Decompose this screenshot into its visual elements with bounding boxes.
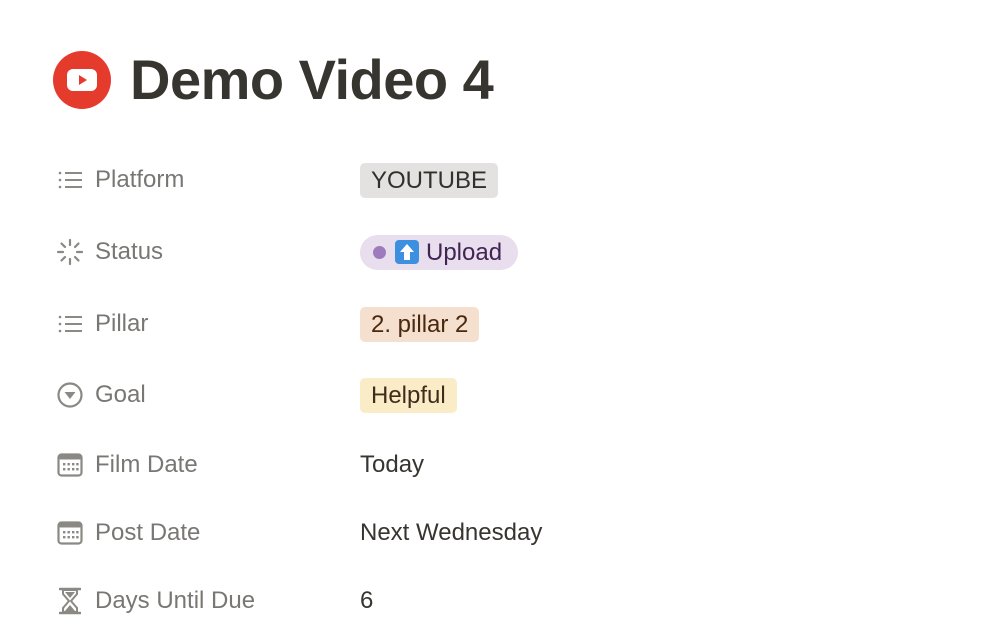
page: Demo Video 4 Platform YOUTUBE Status Upl… xyxy=(0,0,1005,643)
property-label: Status xyxy=(95,238,164,265)
select-tag: YOUTUBE xyxy=(360,162,499,198)
calendar-icon xyxy=(55,450,85,480)
property-row-platform: Platform YOUTUBE xyxy=(55,160,955,200)
property-label: Goal xyxy=(95,381,146,408)
property-value-days-until-due[interactable]: 6 xyxy=(360,587,373,615)
property-row-days-until-due: Days Until Due 6 xyxy=(55,581,955,621)
property-value-pillar[interactable]: 2. pillar 2 xyxy=(360,306,480,342)
select-tag: Helpful xyxy=(360,377,457,413)
list-icon xyxy=(55,165,85,195)
property-label: Film Date xyxy=(95,451,198,478)
calendar-icon xyxy=(55,518,85,548)
select-tag: 2. pillar 2 xyxy=(360,306,480,342)
list-icon xyxy=(55,309,85,339)
property-name-pillar[interactable]: Pillar xyxy=(55,309,360,339)
up-arrow-emoji xyxy=(395,240,419,264)
property-value-platform[interactable]: YOUTUBE xyxy=(360,162,499,198)
property-row-pillar: Pillar 2. pillar 2 xyxy=(55,304,955,344)
property-label: Post Date xyxy=(95,519,201,546)
property-name-days-until-due[interactable]: Days Until Due xyxy=(55,586,360,616)
property-value-goal[interactable]: Helpful xyxy=(360,377,457,413)
property-value-film-date[interactable]: Today xyxy=(360,451,424,479)
property-value-post-date[interactable]: Next Wednesday xyxy=(360,519,542,547)
status-tag: Upload xyxy=(360,234,519,270)
property-row-goal: Goal Helpful xyxy=(55,375,955,415)
property-label: Days Until Due xyxy=(95,587,256,614)
formula-value: 6 xyxy=(360,587,374,614)
hourglass-icon xyxy=(55,586,85,616)
property-name-post-date[interactable]: Post Date xyxy=(55,518,360,548)
property-row-status: Status Upload xyxy=(55,232,955,272)
property-name-film-date[interactable]: Film Date xyxy=(55,450,360,480)
status-label: Upload xyxy=(426,238,503,266)
property-name-goal[interactable]: Goal xyxy=(55,380,360,410)
property-value-status[interactable]: Upload xyxy=(360,234,519,270)
property-label: Pillar xyxy=(95,310,149,337)
date-value: Next Wednesday xyxy=(360,519,543,546)
date-value: Today xyxy=(360,451,425,478)
status-dot xyxy=(373,245,386,259)
property-name-platform[interactable]: Platform xyxy=(55,165,360,195)
page-title[interactable]: Demo Video 4 xyxy=(130,48,494,112)
property-row-film-date: Film Date Today xyxy=(55,445,955,485)
property-name-status[interactable]: Status xyxy=(55,237,360,267)
property-row-post-date: Post Date Next Wednesday xyxy=(55,513,955,553)
chevron-circle-icon xyxy=(55,380,85,410)
title-row: Demo Video 4 xyxy=(53,48,494,112)
status-loading-icon xyxy=(55,237,85,267)
property-label: Platform xyxy=(95,166,185,193)
youtube-icon[interactable] xyxy=(53,51,111,109)
